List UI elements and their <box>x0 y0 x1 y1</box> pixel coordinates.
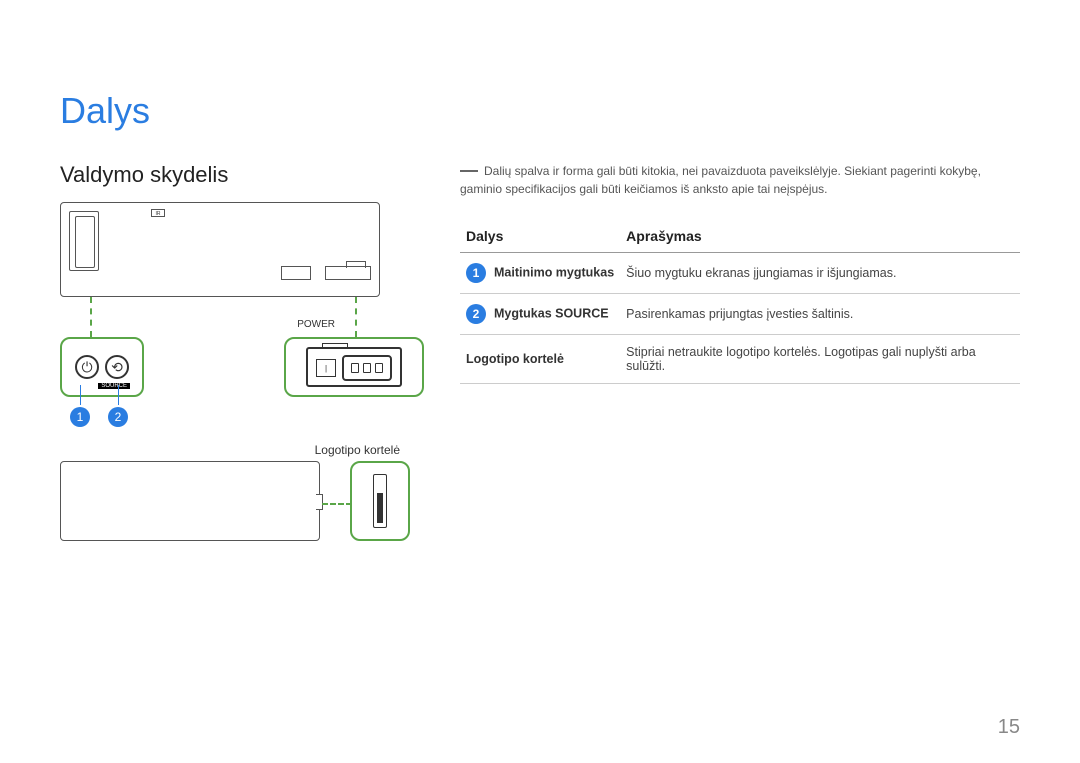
table-row: Logotipo kortelė Stipriai netraukite log… <box>460 335 1020 384</box>
callout-badge-1: 1 <box>70 407 90 427</box>
page-title: Dalys <box>60 90 1020 132</box>
callout-badge-2: 2 <box>108 407 128 427</box>
dash-icon <box>460 170 478 172</box>
row-badge: 2 <box>466 304 486 324</box>
callout-row: POWER ⏻ ⟲ SOURCE | <box>60 337 430 397</box>
switch-icon: | <box>316 359 336 377</box>
part-desc: Stipriai netraukite logotipo kortelės. L… <box>620 335 1020 384</box>
section-title: Valdymo skydelis <box>60 162 430 188</box>
note-body: Dalių spalva ir forma gali būti kitokia,… <box>460 164 981 196</box>
dashed-line-icon <box>322 503 352 505</box>
device-rear-diagram: IR <box>60 202 380 297</box>
power-port-icon <box>325 266 371 280</box>
logo-card-label: Logotipo kortelė <box>315 443 400 457</box>
device-front-diagram <box>60 461 320 541</box>
part-desc: Šiuo mygtuku ekranas įjungiamas ir išjun… <box>620 253 1020 294</box>
dashed-connectors <box>60 297 430 337</box>
table-header-part: Dalys <box>460 220 620 253</box>
description-column: Dalių spalva ir forma gali būti kitokia,… <box>460 162 1020 541</box>
table-header-desc: Aprašymas <box>620 220 1020 253</box>
part-name: Maitinimo mygtukas <box>494 265 614 279</box>
table-row: 1 Maitinimo mygtukas Šiuo mygtuku ekranas… <box>460 253 1020 294</box>
logo-card-icon <box>373 474 387 528</box>
power-inlet-callout: | <box>284 337 424 397</box>
vent-tab-icon <box>69 211 99 271</box>
ir-label: IR <box>151 209 165 217</box>
power-icon: ⏻ <box>75 355 99 379</box>
page-layout: Valdymo skydelis IR POWER ⏻ ⟲ SOURCE | <box>60 162 1020 541</box>
dashed-line-icon <box>355 297 357 337</box>
diagram-column: Valdymo skydelis IR POWER ⏻ ⟲ SOURCE | <box>60 162 430 541</box>
part-name: Mygtukas SOURCE <box>494 306 609 320</box>
source-icon: ⟲ <box>105 355 129 379</box>
port-slot-icon <box>281 266 311 280</box>
table-row: 2 Mygtukas SOURCE Pasirenkamas prijungtas… <box>460 294 1020 335</box>
badge-row: 1 2 <box>70 407 430 427</box>
note-text: Dalių spalva ir forma gali būti kitokia,… <box>460 162 1020 198</box>
row-badge: 1 <box>466 263 486 283</box>
power-label: POWER <box>297 319 335 330</box>
part-desc: Pasirenkamas prijungtas įvesties šaltini… <box>620 294 1020 335</box>
page-number: 15 <box>998 716 1020 739</box>
power-inlet-icon: | <box>306 347 402 387</box>
parts-table: Dalys Aprašymas 1 Maitinimo mygtukas Šiuo… <box>460 220 1020 384</box>
source-label: SOURCE <box>98 383 130 389</box>
dashed-line-icon <box>90 297 92 337</box>
buttons-callout: ⏻ ⟲ SOURCE <box>60 337 144 397</box>
logo-card-callout <box>350 461 410 541</box>
part-name: Logotipo kortelė <box>466 352 564 366</box>
iec-socket-icon <box>342 355 392 381</box>
